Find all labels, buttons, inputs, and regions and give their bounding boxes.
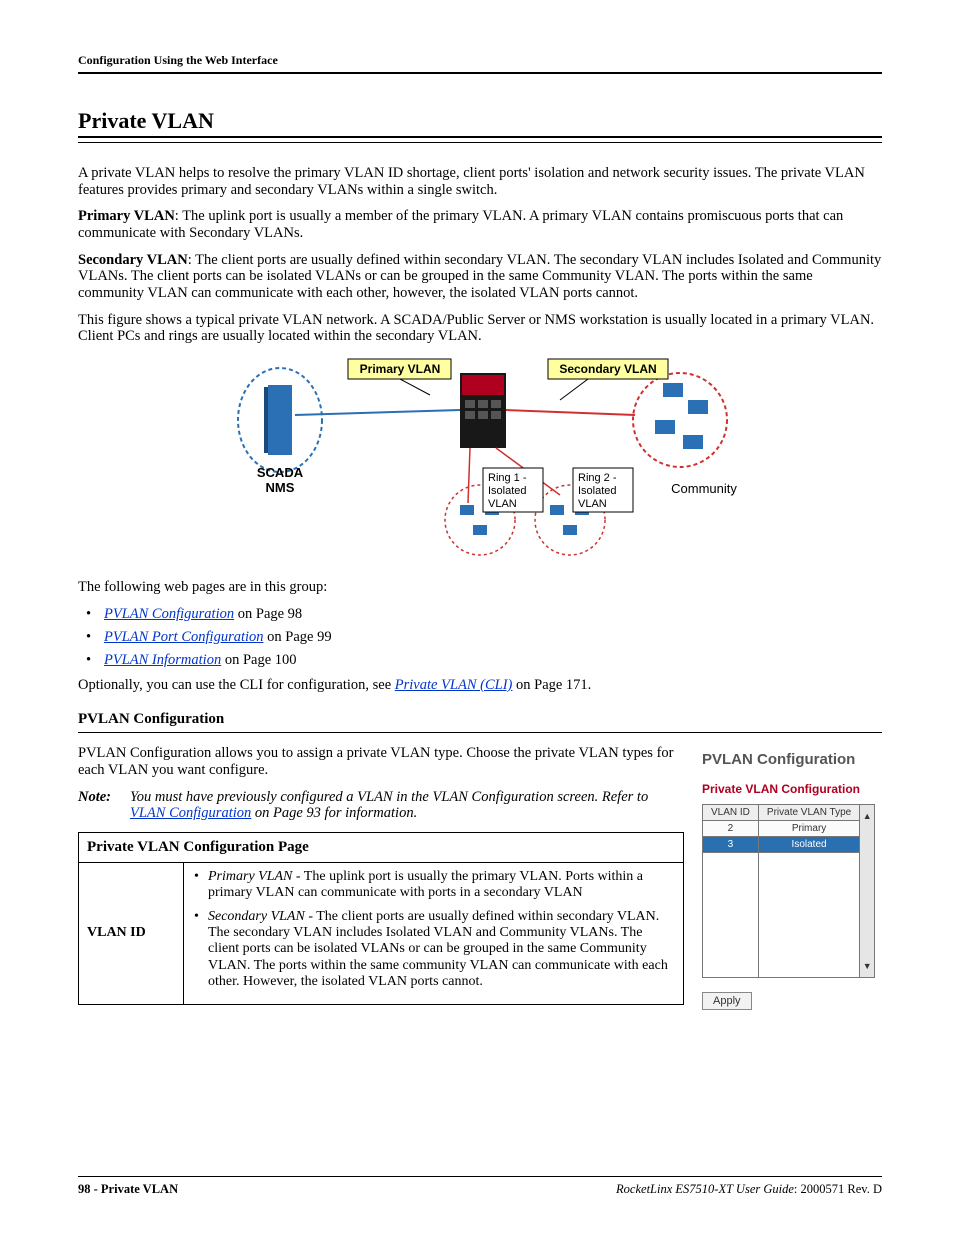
secondary-vlan-label: Secondary VLAN	[78, 252, 188, 268]
diagram-ring1-b: Isolated	[488, 485, 527, 497]
para-1: A private VLAN helps to resolve the prim…	[78, 165, 882, 198]
diagram-label-community: Community	[671, 481, 737, 496]
para-5: The following web pages are in this grou…	[78, 579, 882, 596]
bullet-secondary-vlan: Secondary VLAN - The client ports are us…	[208, 909, 675, 989]
link-item-pvlan-config: PVLAN Configuration on Page 98	[104, 606, 882, 623]
pvlan-panel-subtitle: Private VLAN Configuration	[702, 782, 882, 796]
para-3: Secondary VLAN: The client ports are usu…	[78, 252, 882, 302]
para-2-rest: : The uplink port is usually a member of…	[78, 208, 843, 241]
link-item-pvlan-port-config: PVLAN Port Configuration on Page 99	[104, 629, 882, 646]
bullet-primary-vlan: Primary VLAN - The uplink port is usuall…	[208, 869, 675, 901]
note-prefix: You must have previously configured a VL…	[130, 789, 648, 805]
footer-left: 98 - Private VLAN	[78, 1182, 178, 1197]
note-suffix: on Page 93 for information.	[251, 805, 417, 821]
diagram-ring1-a: Ring 1 -	[488, 472, 527, 484]
section-title: Private VLAN	[78, 108, 882, 134]
para-6: Optionally, you can use the CLI for conf…	[78, 677, 882, 694]
footer-doc: : 2000571 Rev. D	[794, 1182, 882, 1196]
diagram-ring2-a: Ring 2 -	[578, 472, 617, 484]
pvlan-diagram-svg: Primary VLAN Secondary VLAN SCADA NMS Co…	[200, 355, 760, 565]
definition-table-header: Private VLAN Configuration Page	[79, 833, 684, 863]
pvlan-row-0[interactable]: 2 Primary	[703, 821, 875, 837]
diagram-ring2-c: VLAN	[578, 498, 607, 510]
link-pvlan-port-configuration[interactable]: PVLAN Port Configuration	[104, 629, 264, 645]
diagram-ring1-c: VLAN	[488, 498, 517, 510]
bullet-primary-emph: Primary VLAN	[208, 869, 292, 884]
para-4: This figure shows a typical private VLAN…	[78, 312, 882, 345]
link-suffix-1: on Page 99	[264, 629, 332, 645]
link-private-vlan-cli[interactable]: Private VLAN (CLI)	[395, 677, 513, 693]
scrollbar[interactable]: ▲ ▼	[860, 805, 875, 978]
definition-row-label: VLAN ID	[79, 863, 184, 1005]
link-item-pvlan-info: PVLAN Information on Page 100	[104, 652, 882, 669]
link-pvlan-configuration[interactable]: PVLAN Configuration	[104, 606, 234, 622]
footer: 98 - Private VLAN RocketLinx ES7510-XT U…	[78, 1182, 882, 1197]
link-pvlan-information[interactable]: PVLAN Information	[104, 652, 221, 668]
diagram: Primary VLAN Secondary VLAN SCADA NMS Co…	[78, 355, 882, 565]
pvlan-col-type: Private VLAN Type	[758, 805, 859, 821]
pvlan-panel-title: PVLAN Configuration	[702, 751, 882, 768]
pvlan-table: VLAN ID Private VLAN Type ▲ ▼ 2 Primary …	[702, 804, 875, 978]
pvlan-row-1-type: Isolated	[758, 837, 859, 853]
diagram-ring2-b: Isolated	[578, 485, 617, 497]
footer-rule	[78, 1176, 882, 1177]
note: Note: You must have previously configure…	[78, 789, 684, 822]
diagram-label-secondary: Secondary VLAN	[559, 362, 656, 376]
link-suffix-2: on Page 100	[221, 652, 296, 668]
page-header: Configuration Using the Web Interface	[78, 53, 882, 68]
footer-right: RocketLinx ES7510-XT User Guide: 2000571…	[616, 1182, 882, 1197]
pvlan-row-1[interactable]: 3 Isolated	[703, 837, 875, 853]
para-6-suffix: on Page 171.	[512, 677, 591, 693]
footer-product: RocketLinx ES7510-XT User Guide	[616, 1182, 794, 1196]
pvlan-row-1-id: 3	[703, 837, 759, 853]
pvlan-row-0-type: Primary	[758, 821, 859, 837]
header-rule	[78, 72, 882, 74]
bullet-secondary-emph: Secondary VLAN	[208, 909, 305, 924]
apply-button[interactable]: Apply	[702, 992, 752, 1010]
para-6-prefix: Optionally, you can use the CLI for conf…	[78, 677, 395, 693]
subsection-para-1: PVLAN Configuration allows you to assign…	[78, 745, 684, 778]
pvlan-table-empty	[703, 853, 875, 978]
pvlan-row-0-id: 2	[703, 821, 759, 837]
note-label: Note:	[78, 789, 130, 822]
section-rule	[78, 136, 882, 143]
para-3-rest: : The client ports are usually defined w…	[78, 252, 881, 301]
link-vlan-configuration[interactable]: VLAN Configuration	[130, 805, 251, 821]
pvlan-panel: PVLAN Configuration Private VLAN Configu…	[702, 745, 882, 1010]
diagram-label-scada: SCADA	[257, 465, 304, 480]
definition-table: Private VLAN Configuration Page VLAN ID …	[78, 832, 684, 1005]
link-list: PVLAN Configuration on Page 98 PVLAN Por…	[78, 606, 882, 669]
subsection-rule	[78, 732, 882, 733]
diagram-label-primary: Primary VLAN	[360, 362, 441, 376]
definition-row-body: Primary VLAN - The uplink port is usuall…	[184, 863, 684, 1005]
diagram-label-nms: NMS	[266, 480, 295, 495]
pvlan-col-vlanid: VLAN ID	[703, 805, 759, 821]
scroll-up-icon[interactable]: ▲	[860, 811, 874, 821]
primary-vlan-label: Primary VLAN	[78, 208, 175, 224]
para-2: Primary VLAN: The uplink port is usually…	[78, 208, 882, 241]
scroll-down-icon[interactable]: ▼	[860, 961, 874, 971]
link-suffix-0: on Page 98	[234, 606, 302, 622]
subsection-title: PVLAN Configuration	[78, 711, 882, 728]
